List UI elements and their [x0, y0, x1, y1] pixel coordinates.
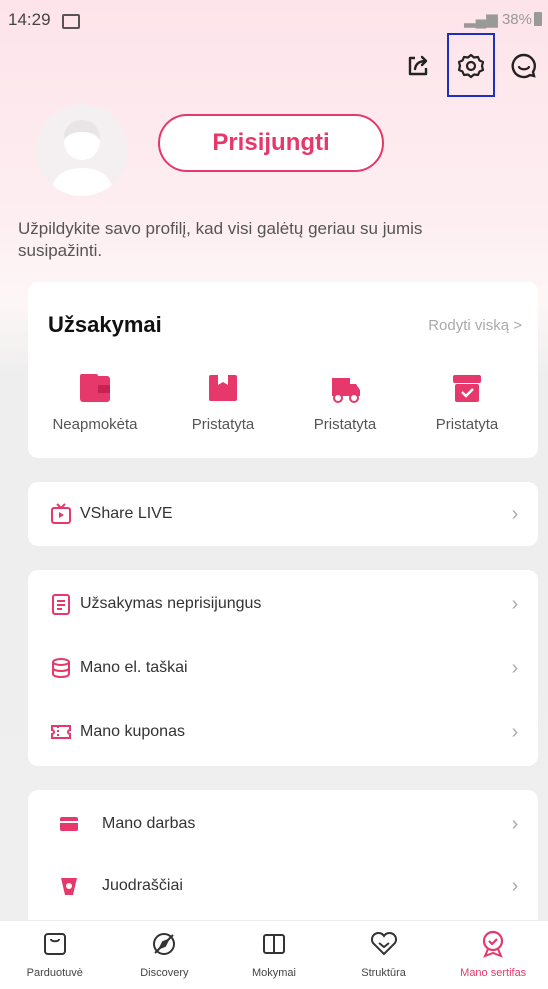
orders-view-all-link[interactable]: Rodyti viską >: [428, 317, 522, 334]
truck-icon: [328, 372, 362, 404]
chat-bubble-icon[interactable]: [506, 48, 542, 84]
book-icon: [259, 929, 289, 959]
menu-item-my-work[interactable]: Mano darbas ›: [28, 794, 538, 854]
award-icon: [478, 929, 508, 959]
chevron-right-icon: ›: [511, 812, 519, 835]
document-icon: [50, 593, 72, 615]
status-time: 14:29: [8, 10, 51, 29]
menu-card: Užsakymas neprisijungus › Mano el. taška…: [28, 570, 538, 766]
menu-item-points[interactable]: Mano el. taškai ›: [28, 638, 538, 698]
orders-card: Užsakymai Rodyti viską > Neapmokėta Pris…: [28, 282, 538, 458]
order-delivered-2-label: Pristatyta: [313, 416, 377, 433]
cup-icon: [58, 875, 80, 897]
menu-item-guest-order[interactable]: Užsakymas neprisijungus ›: [28, 574, 538, 634]
compass-icon: [149, 929, 179, 959]
nav-label: Discovery: [140, 967, 189, 979]
live-card: VShare LIVE ›: [28, 482, 538, 546]
menu-item-label: Mano darbas: [102, 815, 196, 832]
nav-discovery[interactable]: Discovery: [110, 921, 220, 989]
order-unpaid-label: Neapmokėta: [52, 416, 138, 433]
nav-label: Struktūra: [361, 967, 406, 979]
orders-title: Užsakymai: [48, 312, 162, 337]
bottom-navigation: Parduotuvė Discovery Mokymai Struktūra M…: [0, 920, 548, 989]
menu-item-label: Mano kuponas: [80, 723, 185, 740]
menu-item-label: Užsakymas neprisijungus: [80, 595, 262, 612]
menu-item-coupon[interactable]: Mano kuponas ›: [28, 702, 538, 762]
profile-hint: Užpildykite savo profilį, kad visi galėt…: [18, 219, 423, 260]
chevron-right-icon: ›: [511, 592, 519, 615]
nav-training[interactable]: Mokymai: [219, 921, 329, 989]
menu-card-2: Mano darbas › Juodraščiai ›: [28, 790, 538, 920]
order-unpaid[interactable]: Neapmokėta: [40, 372, 150, 433]
nav-label: Mano sertifas: [460, 967, 527, 979]
order-delivered-2[interactable]: Pristatyta: [290, 372, 400, 433]
box-check-icon: [450, 372, 484, 404]
live-label: VShare LIVE: [80, 505, 173, 522]
menu-item-drafts[interactable]: Juodraščiai ›: [28, 856, 538, 916]
nav-shop[interactable]: Parduotuvė: [0, 921, 110, 989]
chevron-right-icon: ›: [511, 720, 519, 743]
shop-icon: [40, 929, 70, 959]
nav-label: Mokymai: [251, 967, 296, 979]
package-icon: [206, 372, 240, 404]
battery-icon: [534, 12, 542, 26]
gallery-notification-icon: [62, 14, 80, 29]
heart-badge-icon: [369, 929, 399, 959]
chevron-right-icon: ›: [511, 502, 519, 525]
live-tv-icon: [50, 503, 72, 525]
coins-icon: [50, 657, 72, 679]
login-button[interactable]: Prisijungti: [158, 114, 384, 172]
signal-icon: ▂▄▆: [464, 11, 498, 28]
nav-my-cert[interactable]: Mano sertifas: [438, 921, 548, 989]
order-delivered-3-label: Pristatyta: [435, 416, 499, 433]
menu-item-label: Mano el. taškai: [80, 659, 188, 676]
order-delivered-1-label: Pristatyta: [191, 416, 255, 433]
settings-highlight-box: [447, 33, 495, 97]
menu-item-label: Juodraščiai: [102, 877, 183, 894]
avatar[interactable]: [36, 104, 128, 196]
order-delivered-1[interactable]: Pristatyta: [168, 372, 278, 433]
wallet-icon: [58, 813, 80, 835]
nav-label: Parduotuvė: [26, 967, 83, 979]
battery-percentage: 38%: [501, 11, 532, 28]
order-delivered-3[interactable]: Pristatyta: [412, 372, 522, 433]
wallet-icon: [78, 372, 112, 404]
live-row[interactable]: VShare LIVE ›: [28, 484, 538, 544]
chevron-right-icon: ›: [511, 656, 519, 679]
chevron-right-icon: ›: [511, 874, 519, 897]
status-right: ▂▄▆ 38%: [464, 10, 542, 28]
share-icon[interactable]: [400, 48, 436, 84]
coupon-icon: [50, 721, 72, 743]
nav-structure[interactable]: Struktūra: [329, 921, 439, 989]
